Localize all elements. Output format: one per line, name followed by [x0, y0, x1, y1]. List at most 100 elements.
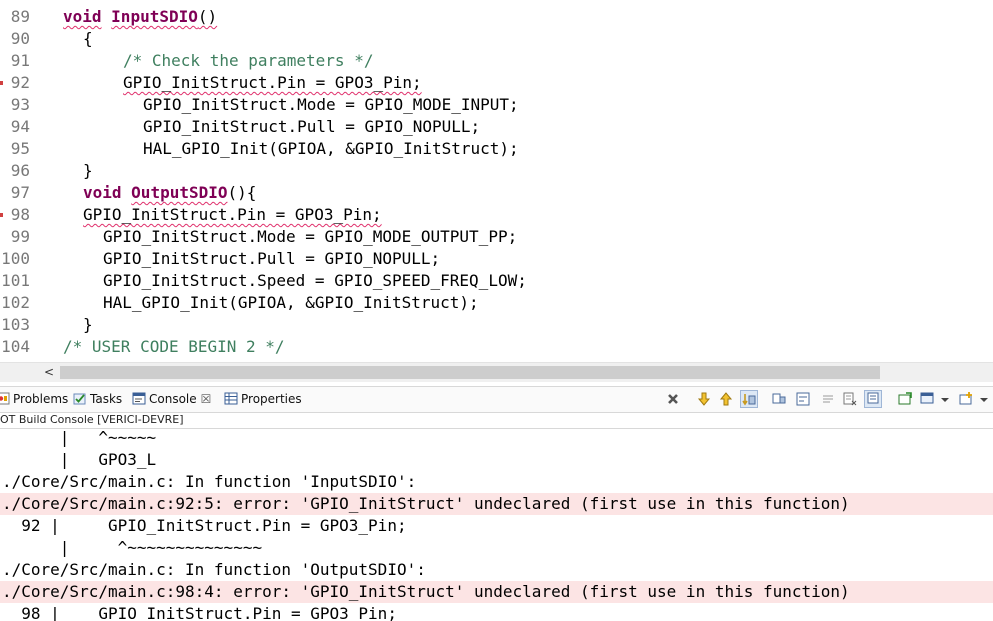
tab-properties[interactable]: Properties [224, 387, 302, 412]
console-text: ./Core/Src/main.c:98:4: error: 'GPIO_Ini… [2, 582, 850, 601]
code-token: GPIO_InitStruct.Pull = GPIO_NOPULL; [143, 117, 481, 136]
code-token: OutputSDIO [131, 183, 228, 202]
chevron-down-icon[interactable] [976, 391, 992, 407]
code-line[interactable]: 91 /* Check the parameters */ [0, 50, 993, 72]
scroll-down-icon[interactable] [696, 391, 712, 407]
code-text: } [83, 160, 93, 182]
line-number: 104 [1, 337, 30, 356]
view-tab-bar: Problems Tasks Console ☒ Properties [0, 386, 993, 413]
code-line[interactable]: 95 HAL_GPIO_Init(GPIOA, &GPIO_InitStruct)… [0, 138, 993, 160]
code-text: HAL_GPIO_Init(GPIOA, &GPIO_InitStruct); [103, 292, 479, 314]
line-number: 90 [10, 29, 30, 48]
new-console-icon[interactable] [958, 391, 974, 407]
open-console-icon[interactable] [897, 391, 913, 407]
console-text: | ^~~~~~~~~~~~~~~ [2, 538, 263, 557]
code-text: /* USER CODE BEGIN 2 */ [63, 336, 285, 358]
word-wrap-icon[interactable] [795, 391, 811, 407]
chevron-down-icon[interactable] [937, 391, 953, 407]
horizontal-scrollbar[interactable]: < [0, 362, 993, 382]
code-line[interactable]: 96} [0, 160, 993, 182]
code-line[interactable]: 97 void OutputSDIO(){ [0, 182, 993, 204]
console-line: 98 | GPIO_InitStruct.Pin = GPO3_Pin; [0, 603, 993, 621]
code-text: HAL_GPIO_Init(GPIOA, &GPIO_InitStruct); [143, 138, 519, 160]
console-line: ./Core/Src/main.c: In function 'OutputSD… [0, 559, 993, 581]
tab-tasks-label: Tasks [90, 392, 123, 406]
console-text: ./Core/Src/main.c:92:5: error: 'GPIO_Ini… [2, 494, 850, 513]
code-line[interactable]: 104 /* USER CODE BEGIN 2 */ [0, 336, 993, 358]
code-line[interactable]: 94 GPIO_InitStruct.Pull = GPIO_NOPULL; [0, 116, 993, 138]
line-number: 100 [1, 249, 30, 268]
code-token: HAL_GPIO_Init(GPIOA, &GPIO_InitStruct); [103, 293, 479, 312]
console-line: | ^~~~~~ [0, 428, 993, 449]
code-text: void OutputSDIO(){ [83, 182, 256, 204]
line-number: 93 [10, 95, 30, 114]
code-text: GPIO_InitStruct.Mode = GPIO_MODE_INPUT; [143, 94, 519, 116]
terminate-icon[interactable] [665, 391, 681, 407]
tab-problems-label: Problems [13, 392, 69, 406]
code-token: InputSDIO [111, 7, 198, 26]
show-console-icon[interactable] [864, 390, 882, 408]
code-token: GPIO_InitStruct.Mode = GPIO_MODE_INPUT; [143, 95, 519, 114]
code-editor[interactable]: 89 void InputSDIO() 90 {91 /* Check the para… [0, 0, 993, 362]
code-text: /* Check the parameters */ [123, 50, 373, 72]
code-text: { [83, 28, 93, 50]
scroll-up-icon[interactable] [718, 391, 734, 407]
console-error-line: ./Core/Src/main.c:98:4: error: 'GPIO_Ini… [0, 581, 993, 603]
line-number: 99 [10, 227, 30, 246]
console-text: 98 | GPIO_InitStruct.Pin = GPO3_Pin; [2, 604, 397, 621]
code-line[interactable]: 93 GPIO_InitStruct.Mode = GPIO_MODE_INPUT… [0, 94, 993, 116]
console-text: 92 | GPIO_InitStruct.Pin = GPO3_Pin; [2, 516, 407, 535]
console-text: | ^~~~~~ [2, 428, 157, 447]
console-line: | GPO3_L [0, 449, 993, 471]
console-title: OT Build Console [VERICI-DEVRE] [0, 413, 184, 426]
close-console-icon[interactable]: ☒ [201, 392, 212, 406]
code-text: GPIO_InitStruct.Pull = GPIO_NOPULL; [103, 248, 440, 270]
tab-tasks[interactable]: Tasks [73, 387, 122, 412]
code-token: { [83, 29, 93, 48]
console-output[interactable]: | ^~~~~~ | GPO3_L ./Core/Src/main.c: In f… [0, 428, 993, 621]
line-number: 98 [10, 205, 30, 224]
properties-icon [224, 392, 238, 405]
code-line[interactable]: 101 GPIO_InitStruct.Speed = GPIO_SPEED_FR… [0, 270, 993, 292]
code-token: () [197, 7, 218, 26]
code-token: } [83, 161, 93, 180]
code-token: GPIO_InitStruct.Speed = GPIO_SPEED_FREQ_… [103, 271, 527, 290]
console-text: | GPO3_L [2, 450, 157, 469]
tab-problems[interactable]: Problems [0, 387, 68, 412]
tab-properties-label: Properties [241, 392, 302, 406]
display-console-icon[interactable] [920, 391, 936, 407]
tab-console[interactable]: Console ☒ [132, 387, 211, 412]
line-number: 101 [1, 271, 30, 290]
tab-console-label: Console [149, 392, 197, 406]
code-line[interactable]: 100 GPIO_InitStruct.Pull = GPIO_NOPULL; [0, 248, 993, 270]
console-error-line: ./Core/Src/main.c:92:5: error: 'GPIO_Ini… [0, 493, 993, 515]
code-token: void [83, 183, 122, 202]
console-line: ./Core/Src/main.c: In function 'InputSDI… [0, 471, 993, 493]
code-line[interactable]: 98 GPIO_InitStruct.Pin = GPO3_Pin; [0, 204, 993, 226]
code-line[interactable]: 103} [0, 314, 993, 336]
line-number: 97 [10, 183, 30, 202]
code-text: GPIO_InitStruct.Mode = GPIO_MODE_OUTPUT_… [103, 226, 517, 248]
clear-icon[interactable] [820, 391, 836, 407]
console-text: ./Core/Src/main.c: In function 'OutputSD… [2, 560, 426, 579]
code-token: GPIO_InitStruct.Pin = GPO3_Pin; [83, 205, 382, 224]
code-token: GPIO_InitStruct.Mode = GPIO_MODE_OUTPUT_… [103, 227, 518, 246]
code-line[interactable]: 90 { [0, 28, 993, 50]
pin-icon[interactable] [771, 391, 787, 407]
code-line[interactable]: 92 GPIO_InitStruct.Pin = GPO3_Pin; [0, 72, 993, 94]
code-text: } [83, 314, 93, 336]
copy-icon[interactable] [842, 391, 858, 407]
code-line[interactable]: 89 void InputSDIO() [0, 6, 993, 28]
code-line[interactable]: 102 HAL_GPIO_Init(GPIOA, &GPIO_InitStruct… [0, 292, 993, 314]
code-line[interactable]: 99 GPIO_InitStruct.Mode = GPIO_MODE_OUTPU… [0, 226, 993, 248]
line-number: 95 [10, 139, 30, 158]
console-icon [132, 392, 146, 405]
scroll-lock-icon[interactable] [740, 390, 758, 408]
scroll-left-arrow-icon[interactable]: < [44, 363, 54, 382]
code-text: GPIO_InitStruct.Pull = GPIO_NOPULL; [143, 116, 480, 138]
problems-icon [0, 392, 10, 405]
code-token: GPIO_InitStruct.Pull = GPIO_NOPULL; [103, 249, 441, 268]
scrollbar-thumb[interactable] [60, 366, 880, 379]
